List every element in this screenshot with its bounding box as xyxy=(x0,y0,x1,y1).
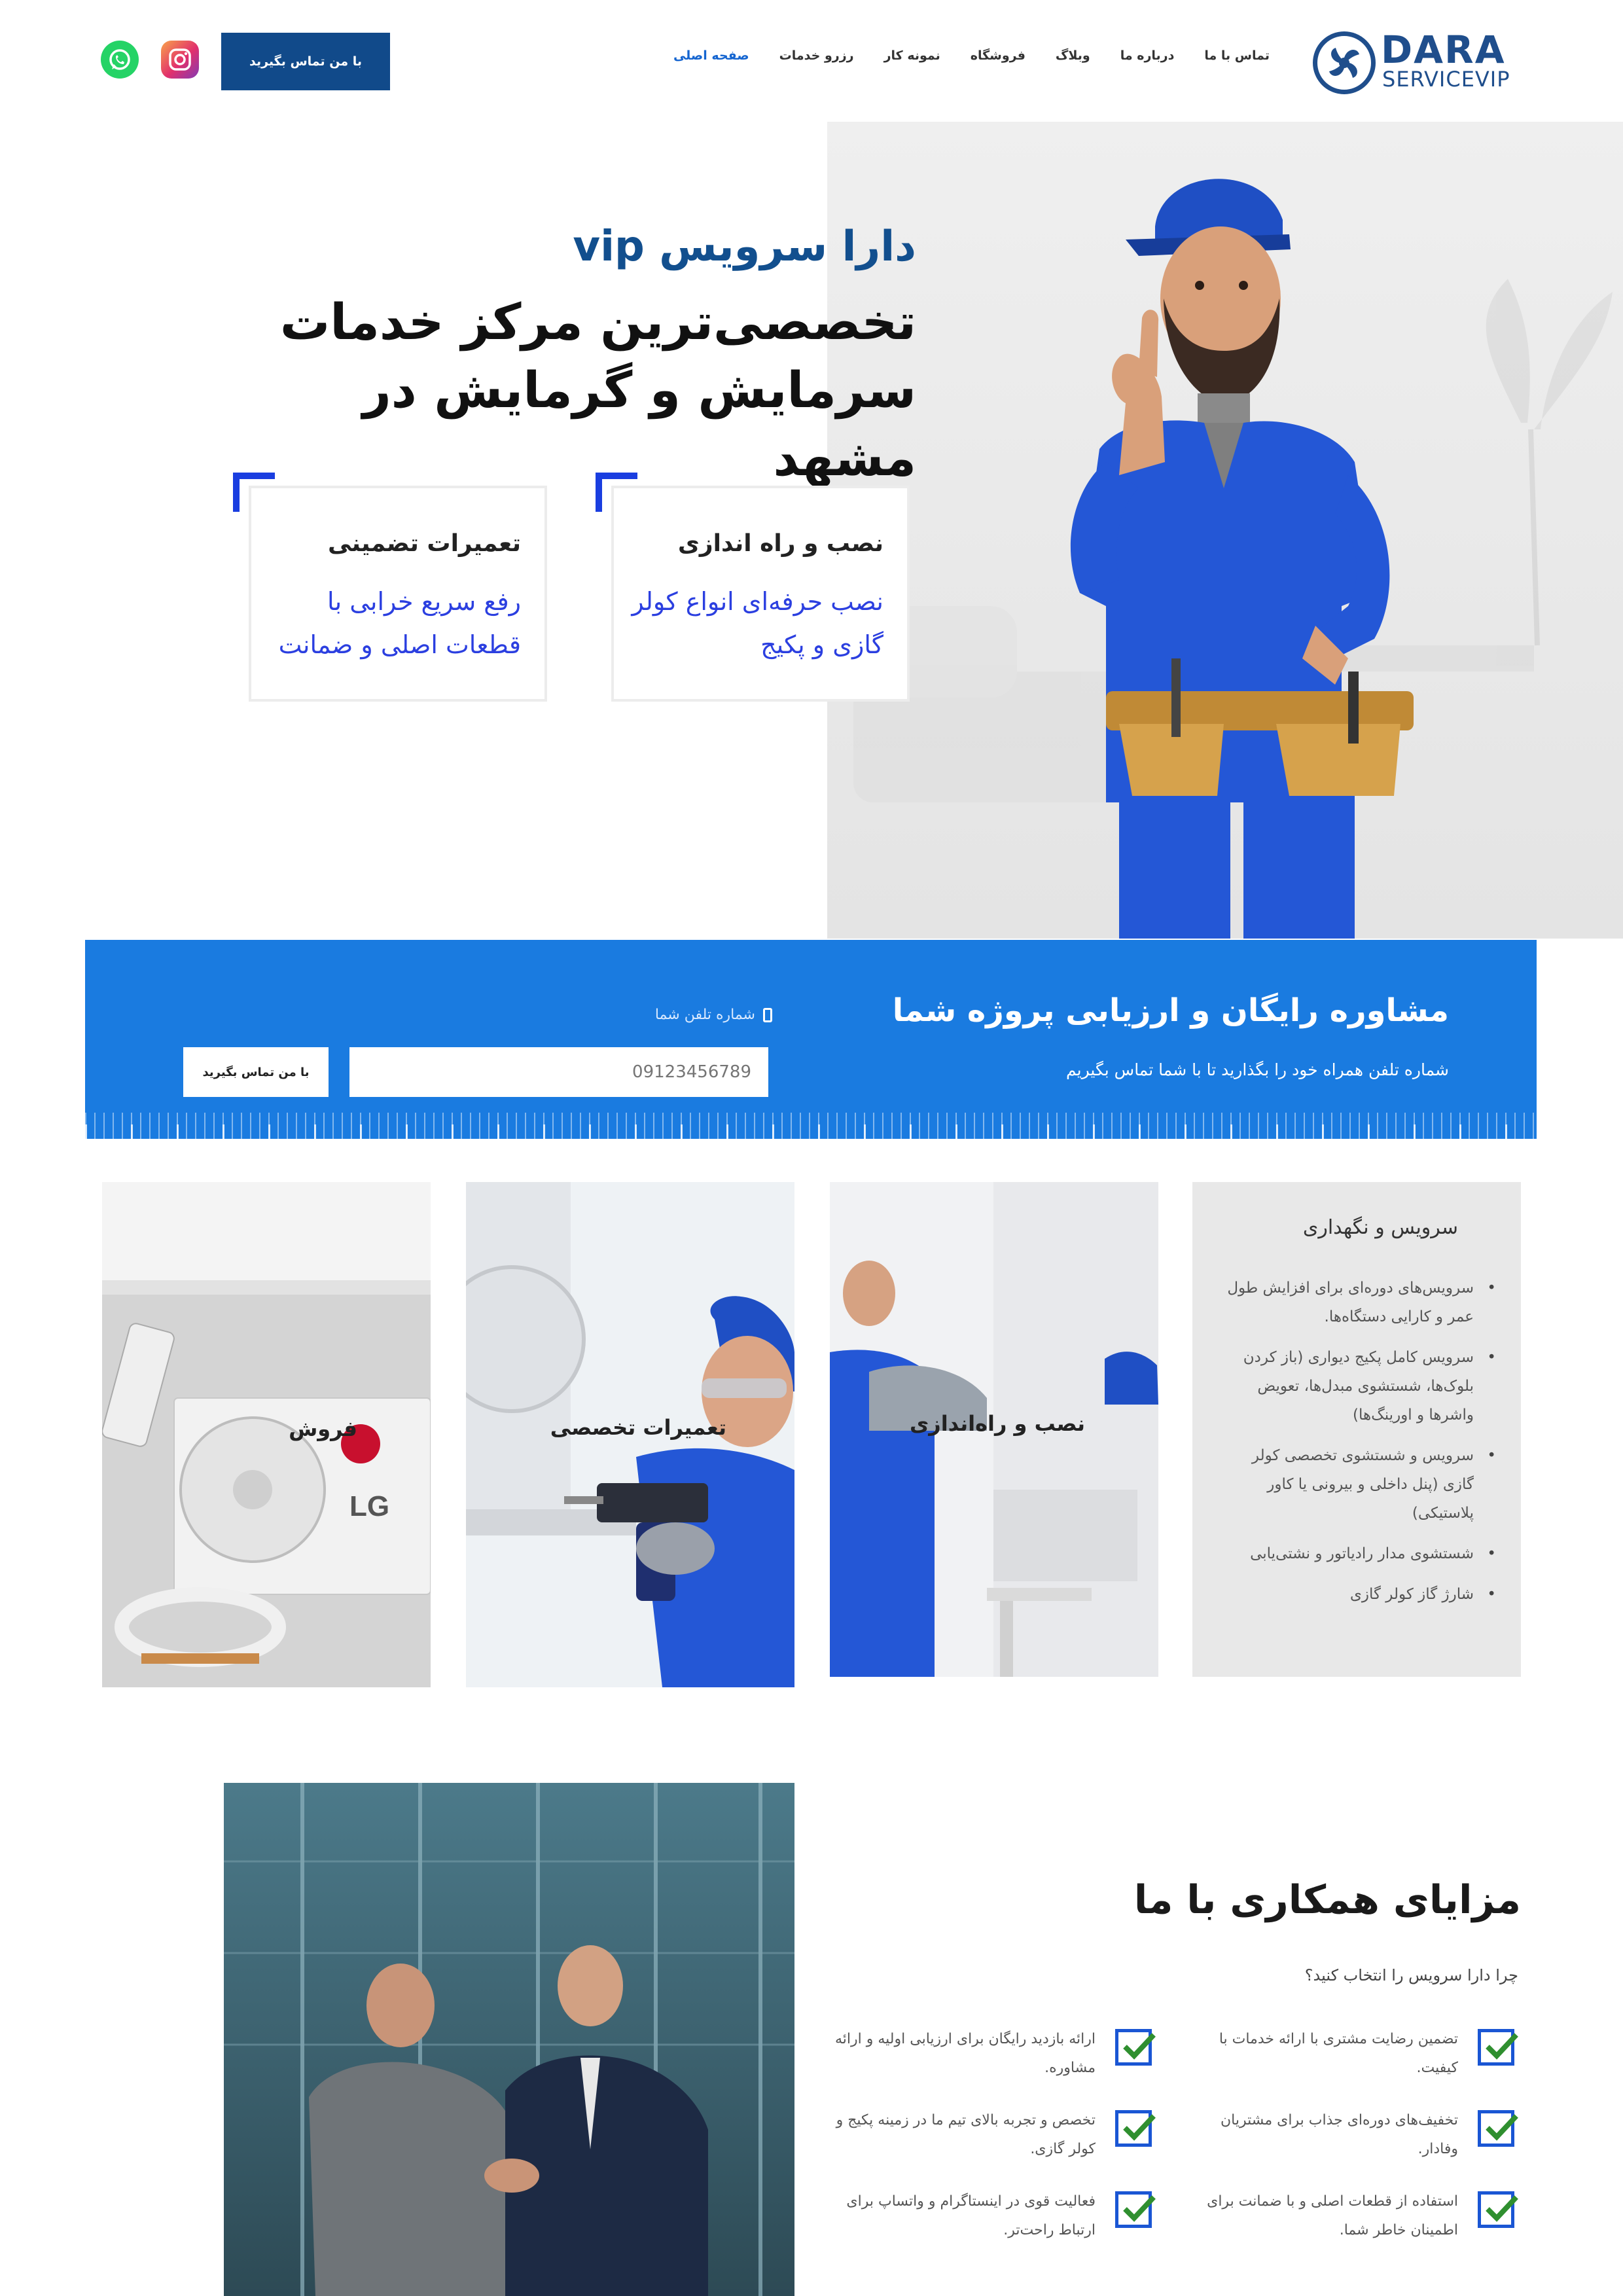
checkbox-check-icon xyxy=(1478,2110,1518,2147)
checkbox-check-icon xyxy=(1115,2191,1156,2228)
phone-field-label: شماره تلفن شما xyxy=(478,1007,772,1023)
service-tile-maintenance[interactable]: سرویس و نگهداری سرویس‌های دوره‌ای برای ا… xyxy=(1192,1182,1521,1677)
whatsapp-icon[interactable] xyxy=(101,41,139,79)
card-corner-accent xyxy=(233,473,275,512)
benefits-title: مزایای همکاری با ما xyxy=(1133,1877,1521,1923)
mobile-phone-icon xyxy=(763,1008,772,1022)
fan-logo-icon xyxy=(1313,31,1376,94)
benefit-item: ارائه بازدید رایگان برای ارزیابی اولیه و… xyxy=(812,2025,1156,2084)
checkbox-check-icon xyxy=(1478,2191,1518,2228)
checkbox-check-icon xyxy=(1478,2029,1518,2066)
instagram-icon[interactable] xyxy=(161,41,199,79)
benefits-subtitle: چرا دارا سرویس را انتخاب کنید؟ xyxy=(1304,1966,1518,1984)
card-corner-accent xyxy=(596,473,637,512)
service-tile-repair[interactable]: تعمیرات تخصصی xyxy=(466,1182,794,1687)
svg-text:LG: LG xyxy=(349,1490,389,1522)
benefit-item: تخصص و تجربه بالای تیم ما در زمینه پکیج … xyxy=(812,2106,1156,2165)
ac-units-image: LG xyxy=(102,1182,431,1687)
nav-item-booking[interactable]: رزرو خدمات xyxy=(779,48,854,63)
benefit-item: فعالیت قوی در اینستاگرام و واتساپ برای ا… xyxy=(812,2187,1156,2246)
site-logo[interactable]: DARA SERVICEVIP xyxy=(1313,27,1510,99)
hero-brand-title: دارا سرویس vip xyxy=(573,223,916,271)
contact-me-button[interactable]: با من تماس بگیرید xyxy=(221,33,390,90)
benefit-text: تخفیف‌های دوره‌ای جذاب برای مشتریان وفاد… xyxy=(1221,2112,1458,2157)
technician-thumbs-up-image xyxy=(1008,122,1479,939)
benefit-text: تضمین رضایت مشتری با ارائه خدمات با کیفی… xyxy=(1219,2031,1458,2076)
benefit-item: استفاده از قطعات اصلی و با ضمانت برای اط… xyxy=(1174,2187,1518,2246)
nav-item-about[interactable]: درباره ما xyxy=(1120,48,1175,63)
logo-wordmark: DARA xyxy=(1381,27,1506,72)
tile-label: فروش xyxy=(289,1416,357,1441)
benefit-item: تخفیف‌های دوره‌ای جذاب برای مشتریان وفاد… xyxy=(1174,2106,1518,2165)
consultation-banner: مشاوره رایگان و ارزیابی پروژه شما شماره … xyxy=(85,940,1537,1139)
benefit-item: تضمین رضایت مشتری با ارائه خدمات با کیفی… xyxy=(1174,2025,1518,2084)
consultation-subtitle: شماره تلفن همراه خود را بگذارید تا با شم… xyxy=(1066,1060,1449,1079)
logo-subtitle: SERVICEVIP xyxy=(1382,67,1510,92)
consultation-title: مشاوره رایگان و ارزیابی پروژه شما xyxy=(892,992,1449,1029)
main-nav: صفحه اصلی رزرو خدمات نمونه کار فروشگاه و… xyxy=(673,48,1270,63)
list-item: سرویس‌های دوره‌ای برای افزایش طول عمر و … xyxy=(1217,1274,1499,1331)
tile-label: نصب و راه‌اندازی xyxy=(909,1411,1085,1436)
benefit-text: ارائه بازدید رایگان برای ارزیابی اولیه و… xyxy=(834,2031,1096,2076)
hero-headline: تخصصی‌ترین مرکز خدمات سرمایش و گرمایش در… xyxy=(279,293,916,487)
list-item: سرویس کامل پکیج دیواری (باز کردن بلوک‌ها… xyxy=(1217,1343,1499,1429)
business-handshake-image xyxy=(224,1783,794,2296)
checkbox-check-icon xyxy=(1115,2029,1156,2066)
nav-item-portfolio[interactable]: نمونه کار xyxy=(884,48,940,63)
service-card-installation[interactable]: نصب و راه اندازی نصب حرفه‌ای انواع کولر … xyxy=(596,473,910,702)
phone-input[interactable] xyxy=(349,1047,768,1097)
list-item: شستشوی مدار رادیاتور و نشتی‌یابی xyxy=(1217,1539,1499,1568)
nav-item-blog[interactable]: وبلاگ xyxy=(1056,48,1090,63)
ruler-decoration-major xyxy=(85,1124,1537,1139)
maintenance-title: سرویس و نگهداری xyxy=(1302,1216,1458,1239)
checkbox-check-icon xyxy=(1115,2110,1156,2147)
tile-label: تعمیرات تخصصی xyxy=(550,1415,726,1440)
nav-item-home[interactable]: صفحه اصلی xyxy=(673,48,749,63)
phone-label-text: شماره تلفن شما xyxy=(654,1007,755,1023)
benefit-text: فعالیت قوی در اینستاگرام و واتساپ برای ا… xyxy=(846,2193,1096,2238)
nav-item-shop[interactable]: فروشگاه xyxy=(971,48,1026,63)
site-header: DARA SERVICEVIP صفحه اصلی رزرو خدمات نمو… xyxy=(0,0,1623,122)
list-item: شارژ گاز کولر گازی xyxy=(1217,1580,1499,1609)
nav-item-contact[interactable]: تماس با ما xyxy=(1204,48,1270,63)
benefit-text: استفاده از قطعات اصلی و با ضمانت برای اط… xyxy=(1207,2193,1458,2238)
card-title: تعمیرات تضمینی xyxy=(327,530,521,557)
list-item: سرویس و شستشوی تخصصی کولر گازی (پنل داخل… xyxy=(1217,1441,1499,1528)
card-title: نصب و راه اندازی xyxy=(677,530,883,557)
card-description: رفع سریع خرابی با قطعات اصلی و ضمانت xyxy=(278,587,521,659)
consultation-submit-button[interactable]: با من تماس بگیرید xyxy=(183,1047,329,1097)
benefit-text: تخصص و تجربه بالای تیم ما در زمینه پکیج … xyxy=(836,2112,1096,2157)
service-tile-installation[interactable]: نصب و راه‌اندازی xyxy=(830,1182,1158,1677)
card-description: نصب حرفه‌ای انواع کولر گازی و پکیج xyxy=(632,587,883,659)
maintenance-list: سرویس‌های دوره‌ای برای افزایش طول عمر و … xyxy=(1217,1274,1499,1621)
service-card-repair[interactable]: تعمیرات تضمینی رفع سریع خرابی با قطعات ا… xyxy=(233,473,547,702)
service-tile-sales[interactable]: LG فروش xyxy=(102,1182,431,1687)
